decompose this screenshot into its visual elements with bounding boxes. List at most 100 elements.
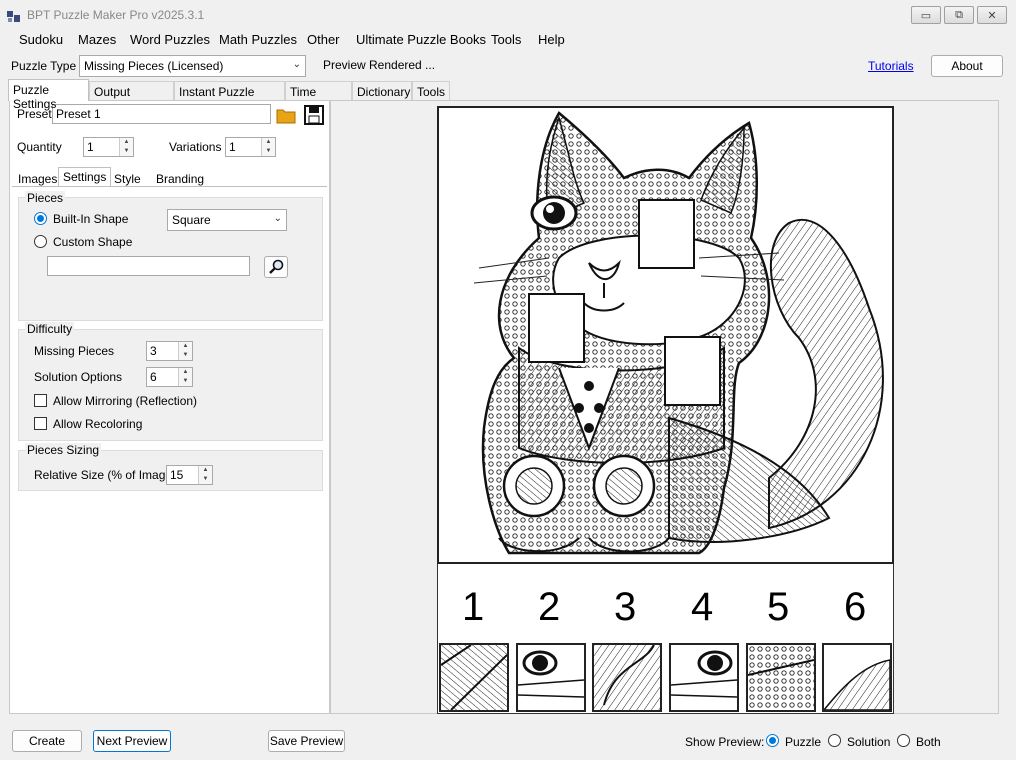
status-text: Preview Rendered ... (323, 58, 436, 72)
quantity-label: Quantity (17, 140, 62, 154)
option-number-3: 3 (614, 585, 637, 629)
preview-solution-label: Solution (847, 735, 891, 749)
tab-tools[interactable]: Tools (412, 81, 450, 101)
puzzle-image (437, 106, 894, 564)
quantity-stepper[interactable]: 1 ▲ ▼ (83, 137, 134, 157)
puzzle-type-value: Missing Pieces (Licensed) (84, 59, 224, 73)
spin-arrows-icon[interactable]: ▲ ▼ (198, 466, 212, 484)
menu-bar: Sudoku Mazes Word Puzzles Math Puzzles O… (0, 30, 1016, 50)
custom-shape-label: Custom Shape (53, 235, 133, 249)
variations-label: Variations (169, 140, 222, 154)
spin-arrows-icon[interactable]: ▲ ▼ (178, 368, 192, 386)
piece-pattern-graphic (594, 644, 660, 710)
menu-math-puzzles[interactable]: Math Puzzles (219, 32, 297, 47)
solution-options-value: 6 (150, 370, 157, 384)
chevron-down-icon: ⌄ (292, 59, 301, 70)
minimize-icon: ▭ (920, 9, 932, 22)
allow-mirroring-checkbox[interactable] (34, 394, 47, 407)
piece-eye-graphic (670, 645, 738, 710)
builtin-shape-radio[interactable] (34, 212, 47, 225)
save-preset-button[interactable] (303, 104, 325, 126)
solution-options-stepper[interactable]: 6 ▲ ▼ (146, 367, 193, 387)
subtab-divider (12, 186, 327, 187)
missing-pieces-label: Missing Pieces (34, 344, 115, 358)
piece-hatch-graphic (440, 644, 508, 711)
preview-both-label: Both (916, 735, 941, 749)
piece-fur-graphic (822, 645, 891, 711)
window-title: BPT Puzzle Maker Pro v2025.3.1 (27, 8, 205, 22)
tab-instant-puzzle-books[interactable]: Instant Puzzle Books (174, 81, 285, 113)
custom-shape-radio[interactable] (34, 235, 47, 248)
menu-word-puzzles[interactable]: Word Puzzles (130, 32, 210, 47)
pieces-sizing-title: Pieces Sizing (25, 443, 102, 457)
missing-pieces-value: 3 (150, 344, 157, 358)
tab-dictionary[interactable]: Dictionary (352, 81, 412, 101)
relative-size-stepper[interactable]: 15 ▲ ▼ (166, 465, 213, 485)
spin-arrows-icon[interactable]: ▲ ▼ (119, 138, 133, 156)
quantity-value: 1 (87, 140, 94, 154)
maximize-icon: ⧉ (955, 8, 963, 21)
menu-other[interactable]: Other (307, 32, 340, 47)
maximize-button[interactable]: ⧉ (944, 6, 974, 24)
solution-piece-2 (516, 643, 586, 712)
tab-output-settings[interactable]: Output Settings (89, 81, 174, 113)
tutorials-link[interactable]: Tutorials (868, 59, 914, 73)
menu-ultimate-puzzle-books[interactable]: Ultimate Puzzle Books (356, 32, 486, 47)
allow-recoloring-checkbox[interactable] (34, 417, 47, 430)
save-icon (304, 105, 324, 125)
folder-icon (276, 109, 296, 124)
magnifier-icon (269, 259, 284, 274)
solution-piece-1 (439, 643, 509, 712)
piece-pattern-graphic (747, 645, 815, 710)
app-icon (7, 11, 20, 22)
minimize-button[interactable]: ▭ (911, 6, 941, 24)
variations-stepper[interactable]: 1 ▲ ▼ (225, 137, 276, 157)
cat-line-art (473, 111, 884, 555)
solution-piece-3 (592, 643, 662, 712)
pieces-group-title: Pieces (25, 191, 66, 205)
show-preview-label: Show Preview: (685, 735, 765, 749)
puzzle-type-select[interactable]: Missing Pieces (Licensed) ⌄ (79, 55, 306, 77)
preview-scrollbar[interactable] (999, 100, 1016, 714)
subtab-settings[interactable]: Settings (58, 167, 112, 187)
missing-pieces-stepper[interactable]: 3 ▲ ▼ (146, 341, 193, 361)
menu-sudoku[interactable]: Sudoku (19, 32, 63, 47)
next-preview-button[interactable]: Next Preview (93, 730, 171, 752)
shape-select[interactable]: Square ⌄ (167, 209, 287, 231)
spin-arrows-icon[interactable]: ▲ ▼ (261, 138, 275, 156)
save-preview-button[interactable]: Save Preview (268, 730, 345, 752)
preview-both-radio[interactable] (897, 734, 910, 747)
about-button[interactable]: About (931, 55, 1003, 77)
browse-shape-button[interactable] (264, 256, 288, 278)
create-button[interactable]: Create (12, 730, 82, 752)
close-button[interactable]: ✕ (977, 6, 1007, 24)
shape-value: Square (172, 213, 211, 227)
preset-input[interactable]: Preset 1 (52, 104, 271, 124)
spin-arrows-icon[interactable]: ▲ ▼ (178, 342, 192, 360)
menu-help[interactable]: Help (538, 32, 565, 47)
solution-options-label: Solution Options (34, 370, 123, 384)
preview-solution-radio[interactable] (828, 734, 841, 747)
option-number-5: 5 (767, 585, 790, 629)
open-folder-button[interactable] (275, 104, 297, 126)
puzzle-type-label: Puzzle Type (11, 59, 77, 73)
close-icon: ✕ (987, 9, 997, 22)
solution-piece-4 (669, 643, 739, 712)
preview-puzzle-label: Puzzle (785, 735, 822, 749)
variations-value: 1 (229, 140, 236, 154)
allow-mirroring-label: Allow Mirroring (Reflection) (53, 394, 198, 408)
title-bar: BPT Puzzle Maker Pro v2025.3.1 ▭ ⧉ ✕ (0, 0, 1016, 30)
preview-puzzle-radio[interactable] (766, 734, 779, 747)
option-number-1: 1 (462, 585, 485, 629)
builtin-shape-label: Built-In Shape (53, 212, 129, 226)
custom-shape-input[interactable] (47, 256, 250, 276)
menu-mazes[interactable]: Mazes (78, 32, 116, 47)
option-number-2: 2 (538, 585, 561, 629)
tab-time-saver[interactable]: Time Saver (285, 81, 352, 113)
relative-size-value: 15 (170, 468, 184, 482)
tab-puzzle-settings[interactable]: Puzzle Settings (8, 79, 89, 111)
menu-tools[interactable]: Tools (491, 32, 521, 47)
solution-piece-6 (822, 643, 892, 712)
allow-recoloring-label: Allow Recoloring (53, 417, 143, 431)
relative-size-label: Relative Size (% of Image) (34, 468, 177, 482)
